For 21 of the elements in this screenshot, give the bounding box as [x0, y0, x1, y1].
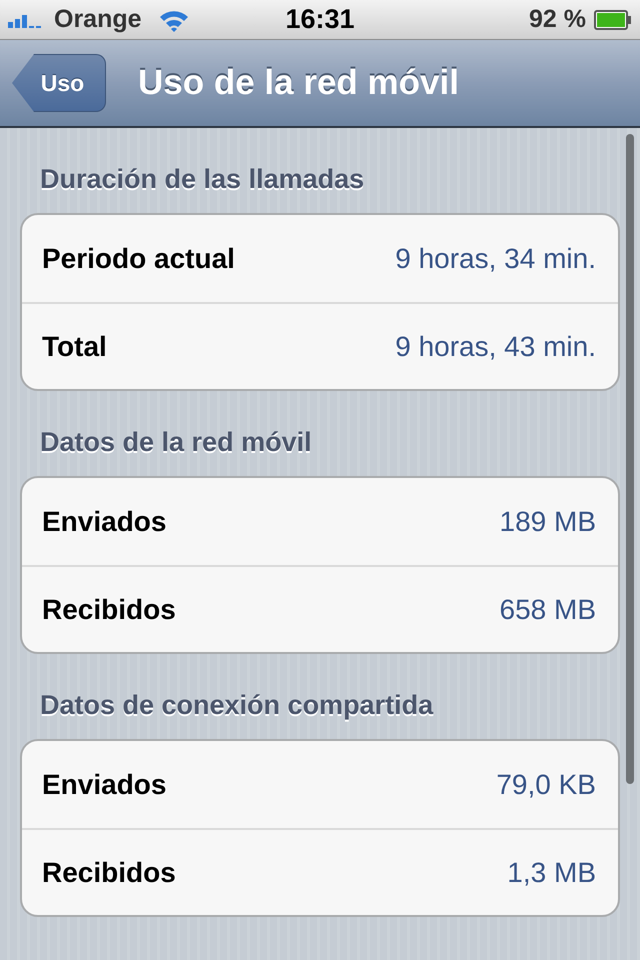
row-value: 79,0 KB	[496, 768, 596, 802]
row-label: Enviados	[42, 504, 166, 538]
section-header: Datos de conexión compartida	[39, 689, 434, 722]
row-label: Recibidos	[42, 592, 176, 626]
row-value: 658 MB	[500, 592, 596, 626]
row-value: 189 MB	[500, 504, 596, 538]
section-header: Datos de la red móvil	[39, 426, 313, 459]
row-value: 9 horas, 43 min.	[395, 330, 596, 364]
row-value: 9 horas, 34 min.	[395, 242, 596, 276]
row-value: 1,3 MB	[507, 856, 596, 890]
row-label: Enviados	[42, 768, 166, 802]
row-label: Periodo actual	[42, 242, 235, 276]
section-header: Duración de las llamadas	[39, 163, 366, 196]
nav-title: Uso de la red móvil	[138, 62, 459, 104]
battery-percentage: 92 %	[529, 4, 586, 35]
row-label: Recibidos	[42, 856, 176, 890]
status-time: 16:31	[285, 3, 355, 36]
battery-icon	[594, 10, 632, 30]
back-button[interactable]: Uso	[12, 54, 106, 112]
carrier-name: Orange	[54, 4, 142, 35]
row-label: Total	[42, 330, 107, 364]
